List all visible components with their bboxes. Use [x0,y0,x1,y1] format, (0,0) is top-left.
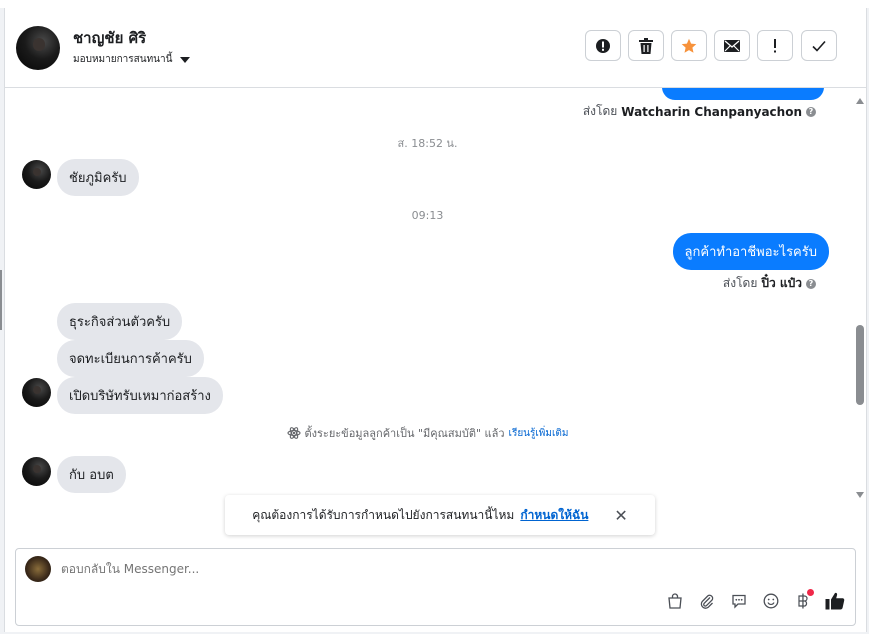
spam-icon [596,38,610,53]
smiley-icon [763,593,779,609]
scroll-down-arrow-icon[interactable] [856,492,864,498]
contact-avatar[interactable] [16,26,60,70]
page-avatar [25,556,51,582]
composer-toolbar [665,589,845,611]
assign-prompt-toast: คุณต้องการได้รับการกำหนดไปยังการสนทนานี้… [225,495,655,535]
help-icon[interactable]: ? [806,106,816,117]
baht-icon [798,593,808,609]
timestamp: 09:13 [411,209,444,222]
incoming-message[interactable]: กับ อบต [57,456,126,493]
notice-text: ตั้งระยะข้อมูลลูกค้าเป็น "มีคุณสมบัติ" แ… [304,427,505,440]
contact-avatar-small[interactable] [22,160,51,189]
assign-dropdown[interactable]: มอบหมายการสนทนานี้ [73,52,191,67]
help-icon[interactable]: ? [806,278,816,289]
thumbs-up-icon [825,592,845,610]
reply-composer [15,548,856,626]
incoming-message[interactable]: เปิดบริษัทรับเหมาก่อสร้าง [57,377,223,414]
sent-by-line: ส่งโดย ปิ๋ว แป๋ว ? [723,274,816,293]
conversation-header: ชาญชัย ศิริ มอบหมายการสนทนานี้ [5,8,866,88]
shopping-bag-icon [668,593,682,609]
message-list: ส่งโดย Watcharin Chanpanyachon ? ส. 18:5… [5,88,850,508]
important-button[interactable] [757,30,793,61]
message-scrollbar[interactable] [854,92,866,504]
paperclip-icon [700,594,714,609]
mail-icon [724,39,740,52]
mark-unread-button[interactable] [714,30,750,61]
emoji-button[interactable] [761,591,781,611]
payment-button[interactable] [793,589,814,611]
spam-button[interactable] [585,30,621,61]
reply-input[interactable] [61,562,561,576]
incoming-message[interactable]: ธุระกิจส่วนตัวครับ [57,303,183,340]
caret-down-icon [180,56,191,63]
incoming-message[interactable]: ชัยภูมิครับ [57,159,139,196]
important-icon [774,38,776,52]
scroll-up-arrow-icon[interactable] [856,98,864,104]
delete-button[interactable] [628,30,664,61]
timestamp: ส. 18:52 น. [397,137,458,150]
shopping-bag-button[interactable] [665,591,685,611]
contact-avatar-small[interactable] [22,457,51,486]
sent-by-label: ส่งโดย [582,104,618,118]
notification-dot [807,589,814,596]
assign-label: มอบหมายการสนทนานี้ [73,54,173,65]
star-icon [681,38,697,53]
star-button[interactable] [671,30,707,61]
like-button[interactable] [825,591,845,611]
assign-to-me-link[interactable]: กำหนดให้ฉัน [520,506,588,525]
outgoing-message[interactable]: ลูกค้าทำอาชีพอะไรครับ [672,233,829,270]
contact-name[interactable]: ชาญชัย ศิริ [73,26,146,50]
toast-text: คุณต้องการได้รับการกำหนดไปยังการสนทนานี้… [252,507,515,522]
atom-icon [286,427,301,439]
top-strip [0,0,869,8]
sent-by-label: ส่งโดย [722,276,758,290]
qualification-notice: ตั้งระยะข้อมูลลูกค้าเป็น "มีคุณสมบัติ" แ… [5,424,850,442]
check-icon [812,40,826,52]
trash-icon [639,37,653,54]
sent-by-line: ส่งโดย Watcharin Chanpanyachon ? [583,102,816,121]
sent-by-name: ปิ๋ว แป๋ว [761,276,802,290]
conversation-panel: ชาญชัย ศิริ มอบหมายการสนทนานี้ ส่งโดย Wa… [4,8,867,632]
done-button[interactable] [801,30,837,61]
chat-bubble-icon [732,594,746,609]
attach-button[interactable] [697,591,717,611]
saved-replies-button[interactable] [729,591,749,611]
sent-by-name: Watcharin Chanpanyachon [621,104,802,119]
learn-more-link[interactable]: เรียนรู้เพิ่มเติม [509,426,569,441]
close-icon[interactable]: ✕ [614,506,627,525]
contact-avatar-small[interactable] [22,378,51,407]
scrollbar-thumb[interactable] [856,325,864,405]
outgoing-message-bubble[interactable] [662,88,824,100]
left-edge-bar [0,270,2,330]
incoming-message[interactable]: จดทะเบียนการค้าครับ [57,340,204,377]
